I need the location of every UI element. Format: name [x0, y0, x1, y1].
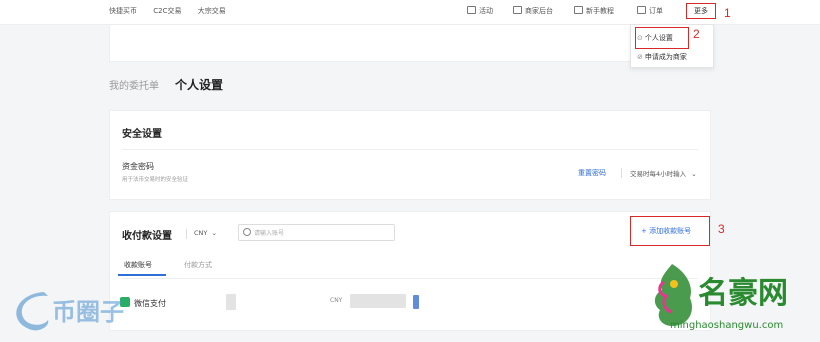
- fund-password-label: 资金密码: [122, 162, 154, 171]
- separator: [186, 229, 187, 239]
- nav-tutorial[interactable]: 新手教程: [574, 6, 614, 16]
- highlight-box-2: [635, 27, 689, 49]
- divider: [122, 278, 698, 279]
- nav-left-links: 快捷买币 C2C交易 大宗交易: [109, 6, 240, 16]
- verify-frequency-select[interactable]: 交易时每4小时输入 ⌄: [630, 168, 697, 178]
- top-navbar: 快捷买币 C2C交易 大宗交易 活动 商家后台 新手教程 订单 更多: [0, 0, 820, 25]
- tab-personal-settings[interactable]: 个人设置: [175, 76, 223, 93]
- currency-select[interactable]: CNY ⌄: [194, 229, 217, 237]
- subtab-receiving-accounts[interactable]: 收款账号: [124, 260, 152, 270]
- security-settings-card: 安全设置 资金密码 用于法币交易时的安全验证 重置密码 交易时每4小时输入 ⌄: [109, 110, 711, 200]
- subtab-payment-methods[interactable]: 付款方式: [184, 260, 212, 270]
- nav-quick-buy[interactable]: 快捷买币: [109, 7, 137, 15]
- video-icon: [574, 6, 583, 14]
- separator: [621, 168, 622, 178]
- nav-c2c[interactable]: C2C交易: [153, 7, 181, 15]
- payment-settings-card: 收付款设置 CNY ⌄ 请输入账号: [109, 211, 711, 331]
- nav-block-trade[interactable]: 大宗交易: [198, 7, 226, 15]
- watermark-left-text: 币圈子: [52, 298, 124, 326]
- order-icon: [637, 6, 646, 14]
- watermark-right-url: minghaoshangwu.com: [670, 320, 784, 331]
- reset-password-link[interactable]: 重置密码: [578, 168, 606, 178]
- security-title: 安全设置: [122, 129, 162, 140]
- tab-my-orders[interactable]: 我的委托单: [109, 77, 159, 92]
- fund-password-desc: 用于法币交易时的安全验证: [122, 177, 189, 183]
- watermark-left: 币圈子: [4, 282, 154, 338]
- annotation-2: 2: [693, 27, 700, 41]
- more-menu-button[interactable]: 更多: [686, 3, 716, 19]
- search-placeholder: 请输入账号: [254, 230, 285, 237]
- redacted-account-name: [226, 294, 236, 310]
- annotation-3: 3: [718, 222, 725, 236]
- badge-icon: ⊘: [637, 53, 643, 61]
- top-card: [109, 25, 711, 62]
- chevron-down-icon: ⌄: [691, 170, 697, 178]
- add-receiving-account-button[interactable]: + 添加收款账号: [641, 226, 691, 236]
- menu-item-apply-merchant[interactable]: ⊘ 申请成为商家: [637, 52, 687, 62]
- active-tab-underline: [118, 274, 166, 276]
- gift-icon: [467, 6, 476, 14]
- chevron-down-icon: ⌄: [211, 229, 217, 237]
- nav-merchant-backend[interactable]: 商家后台: [513, 6, 553, 16]
- account-search-input[interactable]: 请输入账号: [238, 224, 395, 241]
- annotation-1: 1: [724, 6, 731, 20]
- payment-title: 收付款设置: [122, 231, 172, 242]
- account-status-icon: [413, 295, 419, 309]
- search-icon: [243, 228, 251, 236]
- divider: [122, 149, 698, 150]
- store-icon: [513, 6, 522, 14]
- watermark-right: 名豪网 minghaoshangwu.com: [640, 258, 820, 338]
- nav-orders[interactable]: 订单: [637, 6, 663, 16]
- row-currency: CNY: [330, 297, 343, 304]
- watermark-right-title: 名豪网: [698, 276, 788, 311]
- nav-activity[interactable]: 活动: [467, 6, 493, 16]
- redacted-account-number: [350, 294, 406, 308]
